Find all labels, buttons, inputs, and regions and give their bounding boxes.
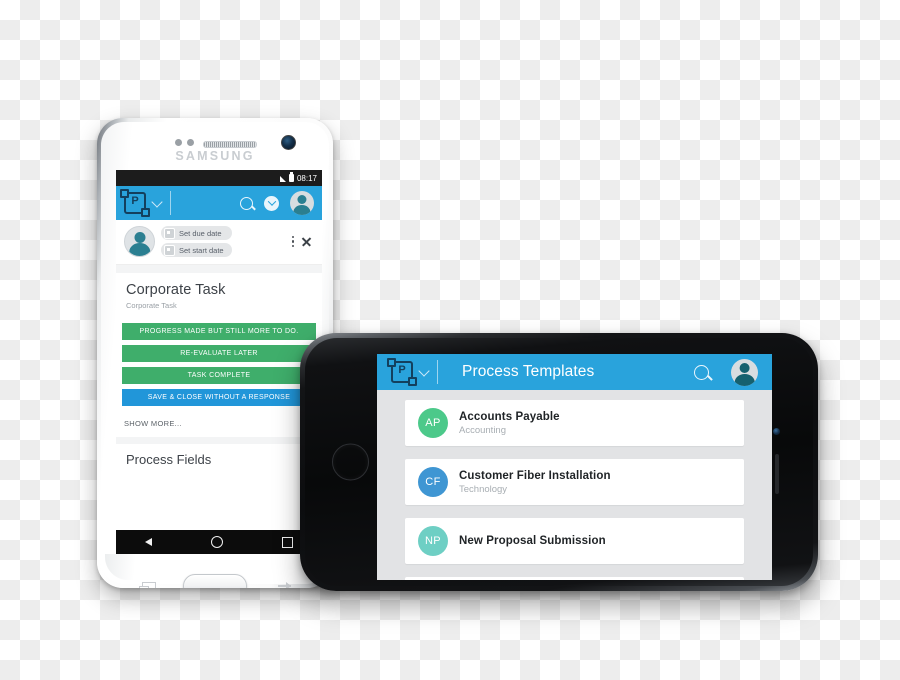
iphone-screen: P Process Templates AP Accounts Payable [377,354,772,580]
search-icon[interactable] [240,196,253,210]
section-separator [116,437,322,444]
template-name: New Proposal Submission [459,535,606,547]
circle-chevron-down-icon[interactable] [264,195,279,211]
front-camera-icon [281,135,296,150]
set-start-date-chip[interactable]: Set start date [161,243,232,257]
samsung-screen: 08:17 P Set due date Set start date Corp… [116,170,322,530]
appbar-divider [437,360,438,384]
process-logo-icon[interactable]: P [387,358,417,386]
template-name: Accounts Payable [459,410,560,423]
android-status-bar: 08:17 [116,170,322,186]
content-spacer [116,265,322,273]
calendar-icon [164,244,175,256]
assignee-avatar[interactable] [124,226,155,257]
iphone-home-button[interactable] [332,443,369,481]
process-fields-heading: Process Fields [116,444,322,467]
signal-icon [279,176,286,182]
user-avatar-icon[interactable] [731,358,758,386]
action-button-save-close[interactable]: SAVE & CLOSE WITHOUT A RESPONSE [122,389,316,406]
list-item[interactable]: NP New Proposal Submission [405,518,744,564]
page-title: Corporate Task [126,282,226,298]
process-logo-icon[interactable]: P [120,189,150,217]
iphone-appbar-actions [694,358,758,386]
list-item[interactable]: AT AutoTest [405,577,744,580]
set-start-date-label: Set start date [179,245,224,255]
close-icon[interactable] [301,236,312,247]
home-circle-icon[interactable] [210,536,223,548]
chevron-down-icon[interactable] [418,364,430,377]
user-avatar-icon[interactable] [290,191,314,215]
samsung-app-bar: P [116,186,322,220]
action-button-reevaluate[interactable]: RE-EVALUATE LATER [122,345,316,362]
back-triangle-icon[interactable] [145,538,153,546]
task-header: Corporate Task Corporate Task [116,273,322,320]
samsung-home-button[interactable] [183,574,247,588]
avatar: AP [418,408,448,438]
samsung-brand-label: SAMSUNG [175,149,255,163]
avatar: NP [418,526,448,556]
iphone-device: P Process Templates AP Accounts Payable [300,333,818,591]
back-hardware-key-icon[interactable] [278,582,291,588]
chevron-down-icon[interactable] [151,195,163,208]
samsung-top-bezel: SAMSUNG [101,122,329,172]
samsung-phone-body: SAMSUNG 08:17 P Set due date Set start d… [101,122,329,588]
samsung-appbar-actions [240,191,314,215]
show-more-link[interactable]: SHOW MORE... [116,413,322,437]
list-item[interactable]: CF Customer Fiber Installation Technolog… [405,459,744,505]
samsung-bottom-bezel [105,554,325,588]
front-camera-icon [773,428,780,435]
iphone-body: P Process Templates AP Accounts Payable [305,338,813,586]
action-button-progress[interactable]: PROGRESS MADE BUT STILL MORE TO DO. [122,323,316,340]
action-button-complete[interactable]: TASK COMPLETE [122,367,316,384]
calendar-icon [164,227,175,239]
earpiece-speaker-icon [775,454,779,494]
recents-hardware-key-icon[interactable] [139,582,156,588]
task-action-list: PROGRESS MADE BUT STILL MORE TO DO. RE-E… [116,320,322,413]
template-category: Technology [459,483,508,495]
avatar: CF [418,467,448,497]
list-item[interactable]: AP Accounts Payable Accounting [405,400,744,446]
samsung-phone-device: SAMSUNG 08:17 P Set due date Set start d… [97,118,333,588]
earpiece-speaker-icon [203,141,257,148]
task-assignee-row: Set due date Set start date [116,220,322,265]
battery-icon [288,172,294,182]
set-due-date-chip[interactable]: Set due date [161,226,232,240]
page-title: Process Templates [462,363,595,380]
appbar-divider [170,191,171,215]
template-name: Customer Fiber Installation [459,469,611,482]
status-bar-time: 08:17 [296,173,317,183]
light-sensor-icon [187,139,194,146]
process-templates-list: AP Accounts Payable Accounting CF Custom… [377,390,772,580]
search-icon[interactable] [694,364,709,380]
kebab-menu-icon[interactable] [285,235,301,248]
task-subtitle: Corporate Task [126,301,177,310]
proximity-sensor-icon [175,139,182,146]
set-due-date-label: Set due date [179,228,222,238]
template-category: Accounting [459,424,507,436]
android-navigation-bar [116,530,322,554]
iphone-app-bar: P Process Templates [377,354,772,390]
date-chip-group: Set due date Set start date [161,226,232,257]
recents-square-icon[interactable] [281,536,293,548]
